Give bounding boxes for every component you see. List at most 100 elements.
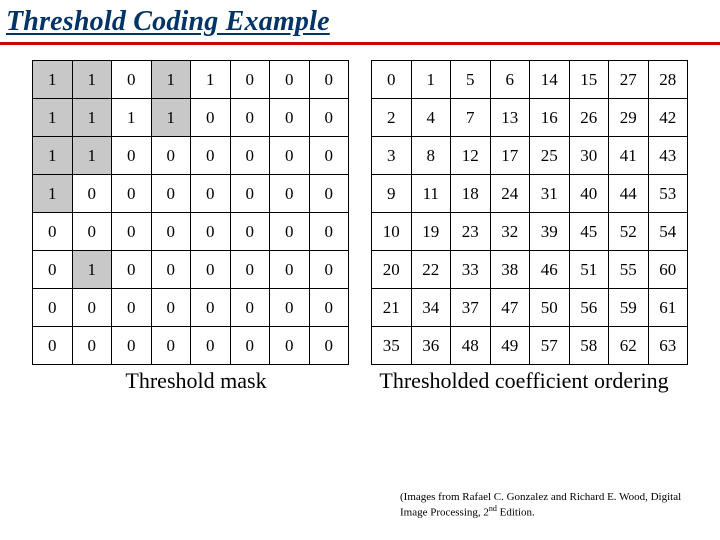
order-cell: 5 (451, 61, 491, 99)
order-cell: 34 (411, 289, 451, 327)
order-cell: 6 (490, 61, 530, 99)
mask-cell: 0 (270, 213, 310, 251)
order-cell: 20 (372, 251, 412, 289)
order-cell: 41 (609, 137, 649, 175)
order-cell: 54 (648, 213, 688, 251)
mask-cell: 0 (72, 289, 112, 327)
mask-cell: 0 (270, 99, 310, 137)
order-cell: 62 (609, 327, 649, 365)
mask-cell: 0 (270, 289, 310, 327)
mask-cell: 0 (230, 137, 270, 175)
order-cell: 63 (648, 327, 688, 365)
order-cell: 43 (648, 137, 688, 175)
mask-cell: 0 (191, 213, 231, 251)
mask-cell: 0 (309, 137, 349, 175)
order-cell: 0 (372, 61, 412, 99)
order-cell: 33 (451, 251, 491, 289)
mask-cell: 0 (33, 213, 73, 251)
order-cell: 9 (372, 175, 412, 213)
mask-cell: 1 (191, 61, 231, 99)
title-underline (0, 42, 720, 45)
order-cell: 60 (648, 251, 688, 289)
mask-cell: 0 (230, 213, 270, 251)
mask-cell: 0 (33, 251, 73, 289)
mask-cell: 0 (151, 213, 191, 251)
order-cell: 38 (490, 251, 530, 289)
mask-cell: 0 (191, 251, 231, 289)
image-credit: (Images from Rafael C. Gonzalez and Rich… (400, 491, 700, 520)
mask-cell: 0 (112, 327, 152, 365)
mask-cell: 1 (33, 61, 73, 99)
mask-cell: 0 (151, 289, 191, 327)
order-cell: 61 (648, 289, 688, 327)
mask-cell: 0 (230, 99, 270, 137)
order-cell: 50 (530, 289, 570, 327)
order-cell: 19 (411, 213, 451, 251)
mask-cell: 0 (151, 137, 191, 175)
order-cell: 32 (490, 213, 530, 251)
mask-cell: 1 (33, 137, 73, 175)
order-cell: 58 (569, 327, 609, 365)
order-cell: 55 (609, 251, 649, 289)
mask-cell: 1 (33, 175, 73, 213)
mask-cell: 0 (191, 289, 231, 327)
captions-row: Threshold mask Thresholded coefficient o… (32, 368, 688, 394)
order-cell: 7 (451, 99, 491, 137)
order-cell: 24 (490, 175, 530, 213)
order-cell: 11 (411, 175, 451, 213)
mask-cell: 1 (151, 61, 191, 99)
mask-cell: 1 (72, 251, 112, 289)
mask-cell: 0 (309, 251, 349, 289)
mask-cell: 0 (112, 175, 152, 213)
order-cell: 42 (648, 99, 688, 137)
mask-cell: 0 (270, 327, 310, 365)
slide: Threshold Coding Example 110110001111000… (0, 0, 720, 540)
mask-cell: 0 (112, 137, 152, 175)
order-cell: 26 (569, 99, 609, 137)
mask-cell: 0 (309, 213, 349, 251)
order-cell: 27 (609, 61, 649, 99)
order-cell: 39 (530, 213, 570, 251)
mask-cell: 0 (230, 327, 270, 365)
mask-cell: 0 (191, 175, 231, 213)
mask-cell: 0 (309, 175, 349, 213)
mask-cell: 1 (151, 99, 191, 137)
order-cell: 36 (411, 327, 451, 365)
order-cell: 13 (490, 99, 530, 137)
mask-cell: 0 (151, 251, 191, 289)
caption-right: Thresholded coefficient ordering (360, 368, 688, 394)
order-cell: 44 (609, 175, 649, 213)
mask-cell: 1 (112, 99, 152, 137)
page-title: Threshold Coding Example (6, 6, 330, 38)
order-cell: 3 (372, 137, 412, 175)
order-cell: 4 (411, 99, 451, 137)
mask-cell: 0 (151, 327, 191, 365)
order-cell: 10 (372, 213, 412, 251)
mask-cell: 0 (72, 327, 112, 365)
threshold-mask-table: 1101100011110000110000001000000000000000… (32, 60, 349, 365)
mask-cell: 0 (270, 251, 310, 289)
order-cell: 28 (648, 61, 688, 99)
order-cell: 29 (609, 99, 649, 137)
caption-left: Threshold mask (32, 368, 360, 394)
order-cell: 45 (569, 213, 609, 251)
order-cell: 59 (609, 289, 649, 327)
mask-cell: 0 (230, 61, 270, 99)
order-cell: 56 (569, 289, 609, 327)
order-cell: 22 (411, 251, 451, 289)
order-cell: 15 (569, 61, 609, 99)
mask-cell: 0 (191, 99, 231, 137)
order-cell: 52 (609, 213, 649, 251)
order-cell: 57 (530, 327, 570, 365)
order-cell: 31 (530, 175, 570, 213)
mask-cell: 0 (309, 99, 349, 137)
mask-cell: 0 (112, 289, 152, 327)
mask-cell: 0 (33, 289, 73, 327)
mask-cell: 0 (230, 175, 270, 213)
mask-cell: 0 (270, 175, 310, 213)
order-cell: 16 (530, 99, 570, 137)
order-cell: 30 (569, 137, 609, 175)
mask-cell: 0 (191, 137, 231, 175)
mask-cell: 0 (72, 175, 112, 213)
order-cell: 1 (411, 61, 451, 99)
